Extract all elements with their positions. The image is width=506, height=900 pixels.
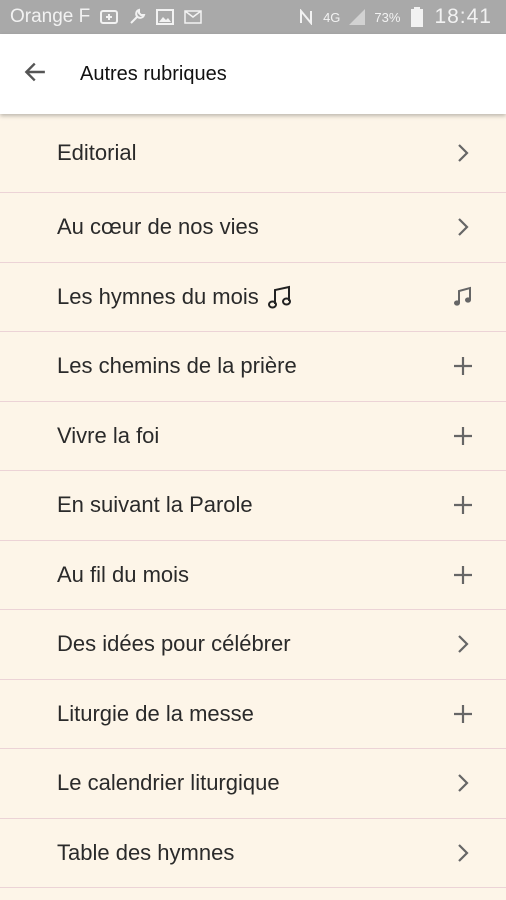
chevron-right-icon xyxy=(452,633,474,655)
menu-item-label: Le calendrier liturgique xyxy=(57,770,280,796)
menu-list: Editorial Au cœur de nos vies Les hymnes… xyxy=(0,114,506,900)
plus-icon xyxy=(452,703,474,725)
battery-icon xyxy=(408,7,426,27)
chevron-right-icon xyxy=(452,772,474,794)
carrier-name: Orange F xyxy=(10,6,91,27)
chevron-right-icon xyxy=(452,842,474,864)
menu-item-table-des-hymnes[interactable]: Table des hymnes xyxy=(0,818,506,888)
menu-item-label: Vivre la foi xyxy=(57,422,160,448)
menu-item-label: Au fil du mois xyxy=(57,561,190,587)
music-note-icon xyxy=(452,286,474,308)
notification-icon xyxy=(100,8,119,26)
menu-item-editorial[interactable]: Editorial xyxy=(0,114,506,193)
network-type: 4G xyxy=(323,9,341,25)
menu-item-label-group: Les hymnes du mois xyxy=(57,284,293,310)
arrow-back-icon xyxy=(22,59,48,90)
app-bar: Autres rubriques xyxy=(0,34,506,114)
status-bar-left: Orange F xyxy=(10,6,203,28)
plus-icon xyxy=(452,355,474,377)
menu-item-les-chemins-de-la-priere[interactable]: Les chemins de la prière xyxy=(0,332,506,402)
menu-item-des-idees-pour-celebrer[interactable]: Des idées pour célébrer xyxy=(0,610,506,680)
menu-item-label: Liturgie de la messe xyxy=(57,700,254,726)
plus-icon xyxy=(452,564,474,586)
back-button[interactable] xyxy=(0,34,70,114)
menu-item-au-coeur-de-nos-vies[interactable]: Au cœur de nos vies xyxy=(0,193,506,263)
plus-icon xyxy=(452,494,474,516)
menu-item-les-hymnes-du-mois[interactable]: Les hymnes du mois xyxy=(0,262,506,332)
menu-item-au-fil-du-mois[interactable]: Au fil du mois xyxy=(0,540,506,610)
music-note-icon xyxy=(267,285,293,309)
menu-item-le-calendrier-liturgique[interactable]: Le calendrier liturgique xyxy=(0,749,506,819)
battery-percent: 73% xyxy=(374,9,401,25)
menu-item-label: Les hymnes du mois xyxy=(57,283,259,309)
menu-item-label: Des idées pour célébrer xyxy=(57,631,291,657)
nfc-icon xyxy=(297,8,315,26)
menu-item-vivre-la-foi[interactable]: Vivre la foi xyxy=(0,401,506,471)
menu-item-label: Editorial xyxy=(57,140,137,165)
clock: 18:41 xyxy=(434,5,492,28)
gmail-icon xyxy=(184,8,203,26)
menu-item-en-suivant-la-parole[interactable]: En suivant la Parole xyxy=(0,471,506,541)
chevron-right-icon xyxy=(452,216,474,238)
menu-item-liturgie-de-la-messe[interactable]: Liturgie de la messe xyxy=(0,679,506,749)
image-icon xyxy=(156,8,175,26)
chevron-right-icon xyxy=(452,142,474,164)
page-title: Autres rubriques xyxy=(80,62,227,85)
menu-item-label: En suivant la Parole xyxy=(57,492,253,518)
wrench-icon xyxy=(128,8,146,26)
plus-icon xyxy=(452,425,474,447)
menu-item-label: Au cœur de nos vies xyxy=(57,214,259,240)
signal-icon xyxy=(348,8,366,26)
menu-item-label: Les chemins de la prière xyxy=(57,353,297,379)
menu-item-label: Table des hymnes xyxy=(57,839,235,865)
status-bar: Orange F 4G 73% 18:41 xyxy=(0,0,506,34)
status-bar-right: 4G 73% 18:41 xyxy=(297,5,492,29)
